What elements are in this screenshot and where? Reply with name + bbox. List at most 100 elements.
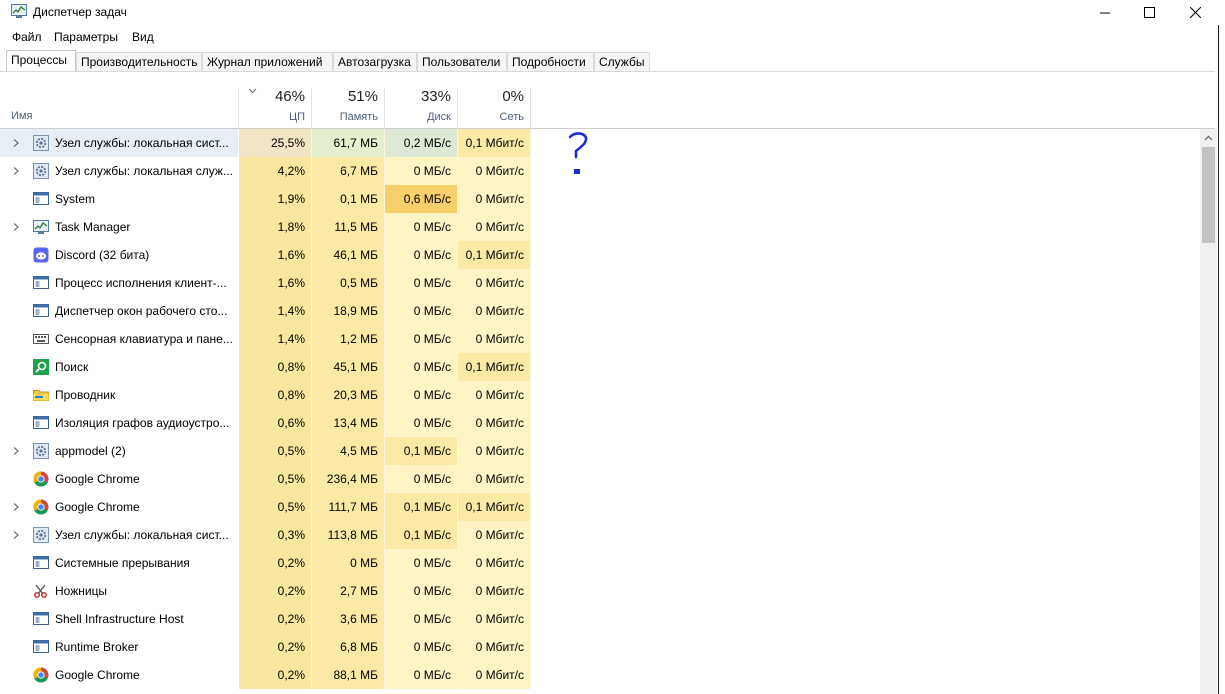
column-memory-header[interactable]: 51% Память	[312, 88, 385, 128]
menu-options[interactable]: Параметры	[54, 30, 118, 44]
process-row[interactable]: Системные прерывания 0,2% 0 МБ 0 МБ/с 0 Мбит…	[0, 549, 1200, 577]
cpu-cell: 4,2%	[239, 157, 312, 185]
network-cell: 0,1 Мбит/с	[458, 353, 531, 381]
cpu-cell: 0,8%	[239, 353, 312, 381]
process-row[interactable]: Сенсорная клавиатура и пане... 1,4% 1,2 МБ…	[0, 325, 1200, 353]
expand-chevron-icon[interactable]	[11, 221, 21, 231]
cpu-cell: 0,5%	[239, 437, 312, 465]
expand-chevron-icon[interactable]	[11, 501, 21, 511]
memory-cell: 13,4 МБ	[312, 409, 385, 437]
tab-users[interactable]: Пользователи	[417, 52, 507, 71]
taskmanager-icon	[33, 219, 49, 235]
process-row[interactable]: Узел службы: локальная служ... 4,2% 6,7 МБ…	[0, 157, 1200, 185]
memory-cell: 88,1 МБ	[312, 661, 385, 689]
process-row[interactable]: Ножницы 0,2% 2,7 МБ 0 МБ/с 0 Мбит/с	[0, 577, 1200, 605]
window-icon	[33, 639, 49, 655]
disk-cell: 0,2 МБ/с	[385, 129, 458, 157]
column-separator	[530, 88, 531, 128]
column-cpu-header[interactable]: 46% ЦП	[239, 88, 312, 128]
network-cell: 0 Мбит/с	[458, 549, 531, 577]
process-name: Discord (32 бита)	[55, 248, 150, 262]
memory-cell: 4,5 МБ	[312, 437, 385, 465]
disk-cell: 0 МБ/с	[385, 381, 458, 409]
process-name: Runtime Broker	[55, 640, 139, 654]
network-total-percent: 0%	[502, 88, 524, 105]
vertical-scrollbar[interactable]	[1200, 129, 1217, 694]
expand-chevron-icon[interactable]	[11, 165, 21, 175]
disk-cell: 0 МБ/с	[385, 661, 458, 689]
process-name: Узел службы: локальная сист...	[55, 528, 229, 542]
tab-app-history[interactable]: Журнал приложений	[202, 52, 333, 71]
process-row[interactable]: Узел службы: локальная сист... 0,3% 113,8 …	[0, 521, 1200, 549]
disk-cell: 0 МБ/с	[385, 241, 458, 269]
window-title: Диспетчер задач	[33, 5, 127, 19]
process-row[interactable]: Google Chrome 0,5% 236,4 МБ 0 МБ/с 0 Мбит/с	[0, 465, 1200, 493]
network-cell: 0 Мбит/с	[458, 633, 531, 661]
expand-chevron-icon[interactable]	[11, 529, 21, 539]
process-row[interactable]: Google Chrome 0,2% 88,1 МБ 0 МБ/с 0 Мбит/с	[0, 661, 1200, 689]
process-row[interactable]: System 1,9% 0,1 МБ 0,6 МБ/с 0 Мбит/с	[0, 185, 1200, 213]
disk-column-label: Диск	[427, 111, 451, 123]
tab-processes[interactable]: Процессы	[6, 50, 76, 72]
memory-cell: 20,3 МБ	[312, 381, 385, 409]
menu-view[interactable]: Вид	[132, 30, 154, 44]
minimize-button[interactable]	[1082, 0, 1128, 25]
column-name-header[interactable]: Имя	[11, 110, 32, 122]
process-row[interactable]: Поиск 0,8% 45,1 МБ 0 МБ/с 0,1 Мбит/с	[0, 353, 1200, 381]
process-name: Сенсорная клавиатура и пане...	[55, 332, 233, 346]
expand-chevron-icon[interactable]	[11, 445, 21, 455]
process-row[interactable]: Shell Infrastructure Host 0,2% 3,6 МБ 0 МБ/…	[0, 605, 1200, 633]
network-cell: 0 Мбит/с	[458, 381, 531, 409]
network-cell: 0 Мбит/с	[458, 157, 531, 185]
process-row[interactable]: Task Manager 1,8% 11,5 МБ 0 МБ/с 0 Мбит/с	[0, 213, 1200, 241]
memory-column-label: Память	[339, 111, 378, 123]
process-row[interactable]: Discord (32 бита) 1,6% 46,1 МБ 0 МБ/с 0,1 Мб…	[0, 241, 1200, 269]
network-cell: 0 Мбит/с	[458, 297, 531, 325]
tab-startup[interactable]: Автозагрузка	[333, 52, 417, 71]
memory-cell: 11,5 МБ	[312, 213, 385, 241]
column-disk-header[interactable]: 33% Диск	[385, 88, 458, 128]
discord-icon	[33, 247, 49, 263]
disk-cell: 0 МБ/с	[385, 353, 458, 381]
process-row[interactable]: Процесс исполнения клиент-... 1,6% 0,5 МБ 0…	[0, 269, 1200, 297]
process-row[interactable]: Диспетчер окон рабочего сто... 1,4% 18,9 М…	[0, 297, 1200, 325]
process-name: Google Chrome	[55, 472, 140, 486]
cpu-cell: 1,6%	[239, 241, 312, 269]
disk-cell: 0 МБ/с	[385, 605, 458, 633]
cpu-cell: 0,2%	[239, 661, 312, 689]
disk-cell: 0 МБ/с	[385, 269, 458, 297]
window-icon	[33, 303, 49, 319]
folder-icon	[33, 387, 49, 403]
scroll-up-button[interactable]	[1200, 129, 1217, 146]
network-cell: 0 Мбит/с	[458, 325, 531, 353]
column-header: Имя 46% ЦП 51% Память 33% Диск 0% Сеть	[0, 72, 1215, 128]
process-name: Процесс исполнения клиент-...	[55, 276, 227, 290]
tab-services[interactable]: Службы	[594, 52, 650, 71]
process-row[interactable]: Изоляция графов аудиоустро... 0,6% 13,4 МБ…	[0, 409, 1200, 437]
process-row[interactable]: Узел службы: локальная сист... 25,5% 61,7 …	[0, 129, 1200, 157]
cpu-cell: 0,6%	[239, 409, 312, 437]
title-bar: Диспетчер задач	[0, 0, 1225, 25]
gear-icon	[33, 163, 49, 179]
column-network-header[interactable]: 0% Сеть	[458, 88, 531, 128]
cpu-cell: 1,4%	[239, 325, 312, 353]
process-row[interactable]: Runtime Broker 0,2% 6,8 МБ 0 МБ/с 0 Мбит/с	[0, 633, 1200, 661]
cpu-cell: 0,8%	[239, 381, 312, 409]
gear-icon	[33, 527, 49, 543]
network-cell: 0 Мбит/с	[458, 269, 531, 297]
tab-performance[interactable]: Производительность	[76, 52, 202, 71]
memory-cell: 113,8 МБ	[312, 521, 385, 549]
expand-chevron-icon[interactable]	[11, 137, 21, 147]
process-row[interactable]: Проводник 0,8% 20,3 МБ 0 МБ/с 0 Мбит/с	[0, 381, 1200, 409]
disk-cell: 0,1 МБ/с	[385, 493, 458, 521]
disk-cell: 0 МБ/с	[385, 409, 458, 437]
process-row[interactable]: Google Chrome 0,5% 111,7 МБ 0,1 МБ/с 0,1 Мби…	[0, 493, 1200, 521]
network-cell: 0 Мбит/с	[458, 661, 531, 689]
tab-details[interactable]: Подробности	[507, 52, 594, 71]
scroll-thumb[interactable]	[1202, 147, 1215, 243]
close-button[interactable]	[1172, 0, 1218, 25]
network-cell: 0 Мбит/с	[458, 213, 531, 241]
maximize-button[interactable]	[1126, 0, 1172, 25]
process-row[interactable]: appmodel (2) 0,5% 4,5 МБ 0,1 МБ/с 0 Мбит/с	[0, 437, 1200, 465]
menu-file[interactable]: Файл	[12, 30, 42, 44]
